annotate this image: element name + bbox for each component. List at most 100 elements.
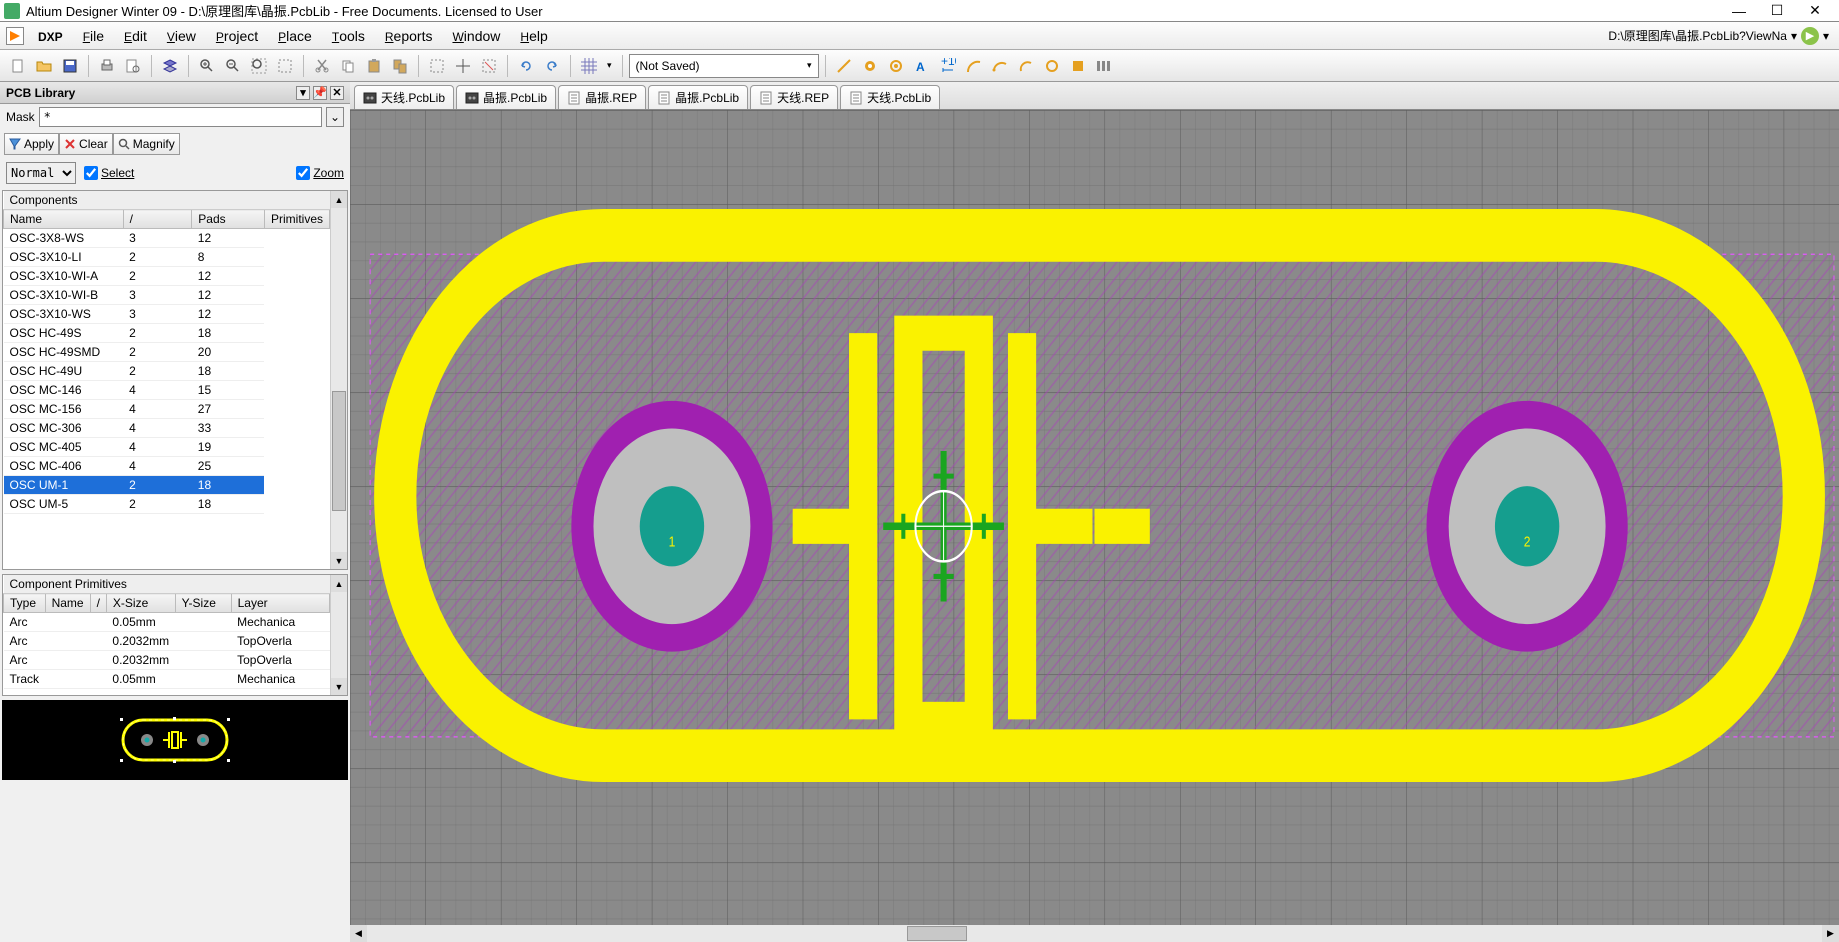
zoom-in-icon[interactable] [195, 54, 219, 78]
primitives-table[interactable]: Component Primitives TypeName/X-SizeY-Si… [3, 575, 330, 689]
menu-help[interactable]: Help [510, 28, 557, 44]
undo-icon[interactable] [514, 54, 538, 78]
menu-project[interactable]: Project [206, 28, 268, 44]
close-button[interactable]: ✕ [1805, 3, 1825, 19]
scroll-up-icon[interactable]: ▲ [331, 191, 347, 208]
pcb-canvas[interactable]: 1 2 [350, 110, 1839, 925]
print-icon[interactable] [95, 54, 119, 78]
move-icon[interactable] [451, 54, 475, 78]
mask-input[interactable] [39, 107, 322, 127]
zoom-checkbox[interactable]: Zoom [296, 166, 344, 180]
table-row[interactable]: OSC MC-156427 [4, 400, 330, 419]
place-array-icon[interactable] [1092, 54, 1116, 78]
scroll-down-icon[interactable]: ▼ [331, 678, 347, 695]
nav-dropdown-icon[interactable]: ▾ [1823, 29, 1829, 43]
table-row[interactable]: OSC-3X10-LI28 [4, 248, 330, 267]
table-row[interactable]: OSC MC-146415 [4, 381, 330, 400]
doc-tab[interactable]: 天线.PcbLib [354, 85, 454, 109]
doc-tab[interactable]: 晶振.REP [558, 85, 646, 109]
menu-reports[interactable]: Reports [375, 28, 443, 44]
table-row[interactable]: OSC MC-306433 [4, 419, 330, 438]
table-row[interactable]: Arc0.2032mmTopOverla [4, 632, 330, 651]
menu-file[interactable]: File [73, 28, 114, 44]
grid-icon[interactable] [577, 54, 601, 78]
panel-pin-icon[interactable]: 📌 [313, 86, 327, 100]
dxp-icon[interactable] [6, 27, 24, 45]
table-row[interactable]: OSC UM-5218 [4, 495, 330, 514]
table-row[interactable]: OSC MC-406425 [4, 457, 330, 476]
table-row[interactable]: OSC HC-49U218 [4, 362, 330, 381]
apply-button[interactable]: Apply [4, 133, 59, 155]
table-row[interactable]: OSC-3X8-WS312 [4, 229, 330, 248]
select-rect-icon[interactable] [425, 54, 449, 78]
components-scrollbar[interactable]: ▲ ▼ [330, 191, 347, 569]
col-header[interactable]: Y-Size [175, 594, 231, 613]
layers-icon[interactable] [158, 54, 182, 78]
panel-menu-icon[interactable]: ▾ [296, 86, 310, 100]
clear-button[interactable]: Clear [59, 133, 113, 155]
place-arc-center-icon[interactable] [962, 54, 986, 78]
grid-dropdown-icon[interactable]: ▾ [607, 60, 612, 71]
primitives-scrollbar[interactable]: ▲ ▼ [330, 575, 347, 695]
place-fill-icon[interactable] [1066, 54, 1090, 78]
table-row[interactable]: OSC HC-49S218 [4, 324, 330, 343]
panel-close-icon[interactable]: ✕ [330, 86, 344, 100]
hscroll-thumb[interactable] [907, 926, 967, 941]
menu-edit[interactable]: Edit [114, 28, 157, 44]
col-header[interactable]: / [90, 594, 106, 613]
paste-icon[interactable] [362, 54, 386, 78]
new-file-icon[interactable] [6, 54, 30, 78]
table-row[interactable]: Arc0.05mmMechanica [4, 613, 330, 632]
cut-icon[interactable] [310, 54, 334, 78]
col-header[interactable]: Name [45, 594, 90, 613]
magnify-button[interactable]: Magnify [113, 133, 180, 155]
col-header[interactable]: Layer [231, 594, 329, 613]
deselect-icon[interactable] [477, 54, 501, 78]
maximize-button[interactable]: ☐ [1767, 3, 1787, 19]
menu-window[interactable]: Window [442, 28, 510, 44]
place-via-icon[interactable] [884, 54, 908, 78]
place-arc-any-icon[interactable] [1014, 54, 1038, 78]
place-string-icon[interactable]: A [910, 54, 934, 78]
table-row[interactable]: OSC MC-405419 [4, 438, 330, 457]
hscroll-right-icon[interactable]: ▶ [1822, 925, 1839, 942]
zoom-region-icon[interactable] [273, 54, 297, 78]
doc-tab[interactable]: 晶振.PcbLib [648, 85, 748, 109]
table-row[interactable]: OSC-3X10-WI-A212 [4, 267, 330, 286]
snap-combo[interactable]: (Not Saved) ▾ [629, 54, 819, 78]
scroll-up-icon[interactable]: ▲ [331, 575, 347, 592]
place-arc-edge-icon[interactable] [988, 54, 1012, 78]
scroll-down-icon[interactable]: ▼ [331, 552, 347, 569]
components-table[interactable]: Components Name/PadsPrimitives OSC-3X8-W… [3, 191, 330, 514]
copy-icon[interactable] [336, 54, 360, 78]
normal-combo[interactable]: Normal [6, 162, 76, 184]
hscroll-left-icon[interactable]: ◀ [350, 925, 367, 942]
table-row[interactable]: OSC UM-1218 [4, 476, 330, 495]
mask-dropdown-icon[interactable]: ⌄ [326, 107, 344, 127]
select-checkbox[interactable]: Select [84, 166, 134, 180]
menu-view[interactable]: View [157, 28, 206, 44]
open-file-icon[interactable] [32, 54, 56, 78]
table-row[interactable]: OSC-3X10-WS312 [4, 305, 330, 324]
table-row[interactable]: OSC-3X10-WI-B312 [4, 286, 330, 305]
minimize-button[interactable]: — [1729, 3, 1749, 19]
dropdown-arrow-icon[interactable]: ▾ [1791, 29, 1797, 43]
place-pad-icon[interactable] [858, 54, 882, 78]
zoom-fit-icon[interactable] [247, 54, 271, 78]
menu-tools[interactable]: Tools [322, 28, 375, 44]
doc-tab[interactable]: 天线.PcbLib [840, 85, 940, 109]
redo-icon[interactable] [540, 54, 564, 78]
place-circle-icon[interactable] [1040, 54, 1064, 78]
canvas-hscrollbar[interactable]: ◀ ▶ [350, 925, 1839, 942]
doc-tab[interactable]: 晶振.PcbLib [456, 85, 556, 109]
col-header[interactable]: X-Size [106, 594, 175, 613]
table-row[interactable]: Arc0.2032mmTopOverla [4, 651, 330, 670]
place-line-icon[interactable] [832, 54, 856, 78]
scroll-thumb[interactable] [332, 391, 346, 511]
save-icon[interactable] [58, 54, 82, 78]
col-header[interactable]: Type [4, 594, 46, 613]
doc-tab[interactable]: 天线.REP [750, 85, 838, 109]
table-row[interactable]: OSC HC-49SMD220 [4, 343, 330, 362]
print-preview-icon[interactable] [121, 54, 145, 78]
menu-dxp[interactable]: DXP [28, 28, 73, 44]
